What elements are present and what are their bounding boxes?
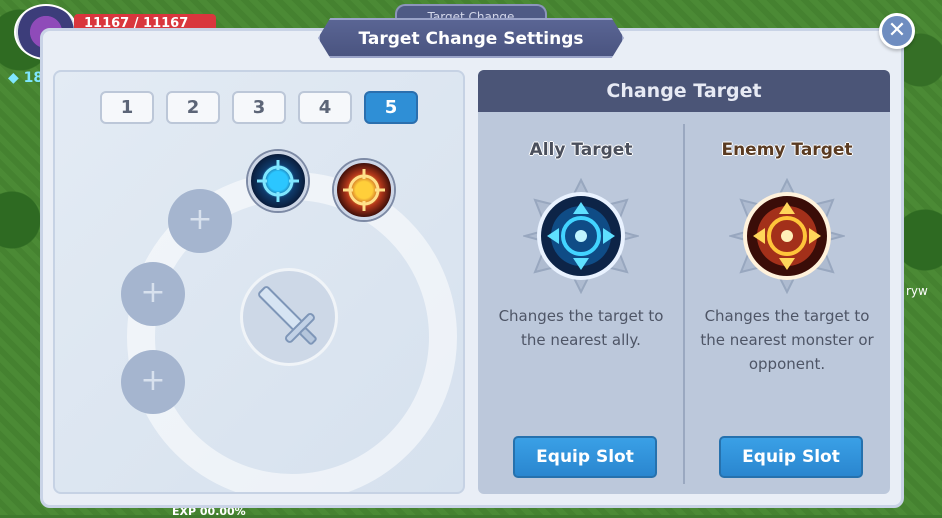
sword-icon xyxy=(258,286,317,345)
enemy-equip-slot-button[interactable]: Equip Slot xyxy=(719,436,863,478)
enemy-target-skill-icon[interactable] xyxy=(334,160,394,220)
ally-target-title: Ally Target xyxy=(529,140,633,160)
slot-tab-2[interactable]: 2 xyxy=(166,91,220,124)
gem-counter: ◆ 18 xyxy=(8,70,44,86)
slot-tab-4[interactable]: 4 xyxy=(298,91,352,124)
change-target-panel: Change Target Ally Target Changes the ta… xyxy=(478,70,890,494)
slot-tab-3[interactable]: 3 xyxy=(232,91,286,124)
enemy-target-column: Enemy Target Changes the target to the n… xyxy=(684,112,890,494)
ally-target-column: Ally Target Changes the target to the ne… xyxy=(478,112,684,494)
attack-button[interactable] xyxy=(240,268,338,366)
empty-skill-slot[interactable]: + xyxy=(168,189,232,253)
ally-equip-slot-button[interactable]: Equip Slot xyxy=(513,436,657,478)
dialog-title: Target Change Settings xyxy=(318,18,624,58)
close-button[interactable]: ✕ xyxy=(879,13,915,49)
change-target-header: Change Target xyxy=(478,70,890,112)
crosshair-icon xyxy=(257,160,299,202)
ally-target-skill-icon[interactable] xyxy=(248,151,308,211)
enemy-target-description: Changes the target to the nearest monste… xyxy=(700,307,874,373)
enemy-target-title: Enemy Target xyxy=(721,140,853,160)
slot-tab-1[interactable]: 1 xyxy=(100,91,154,124)
empty-skill-slot[interactable]: + xyxy=(121,262,185,326)
crosshair-icon xyxy=(343,169,385,211)
player-name: ryw xyxy=(906,284,928,298)
ally-crosshair-icon xyxy=(523,178,639,294)
slot-tab-5[interactable]: 5 xyxy=(364,91,418,124)
ally-target-description: Changes the target to the nearest ally. xyxy=(498,307,664,349)
enemy-crosshair-icon xyxy=(729,178,845,294)
empty-skill-slot[interactable]: + xyxy=(121,350,185,414)
